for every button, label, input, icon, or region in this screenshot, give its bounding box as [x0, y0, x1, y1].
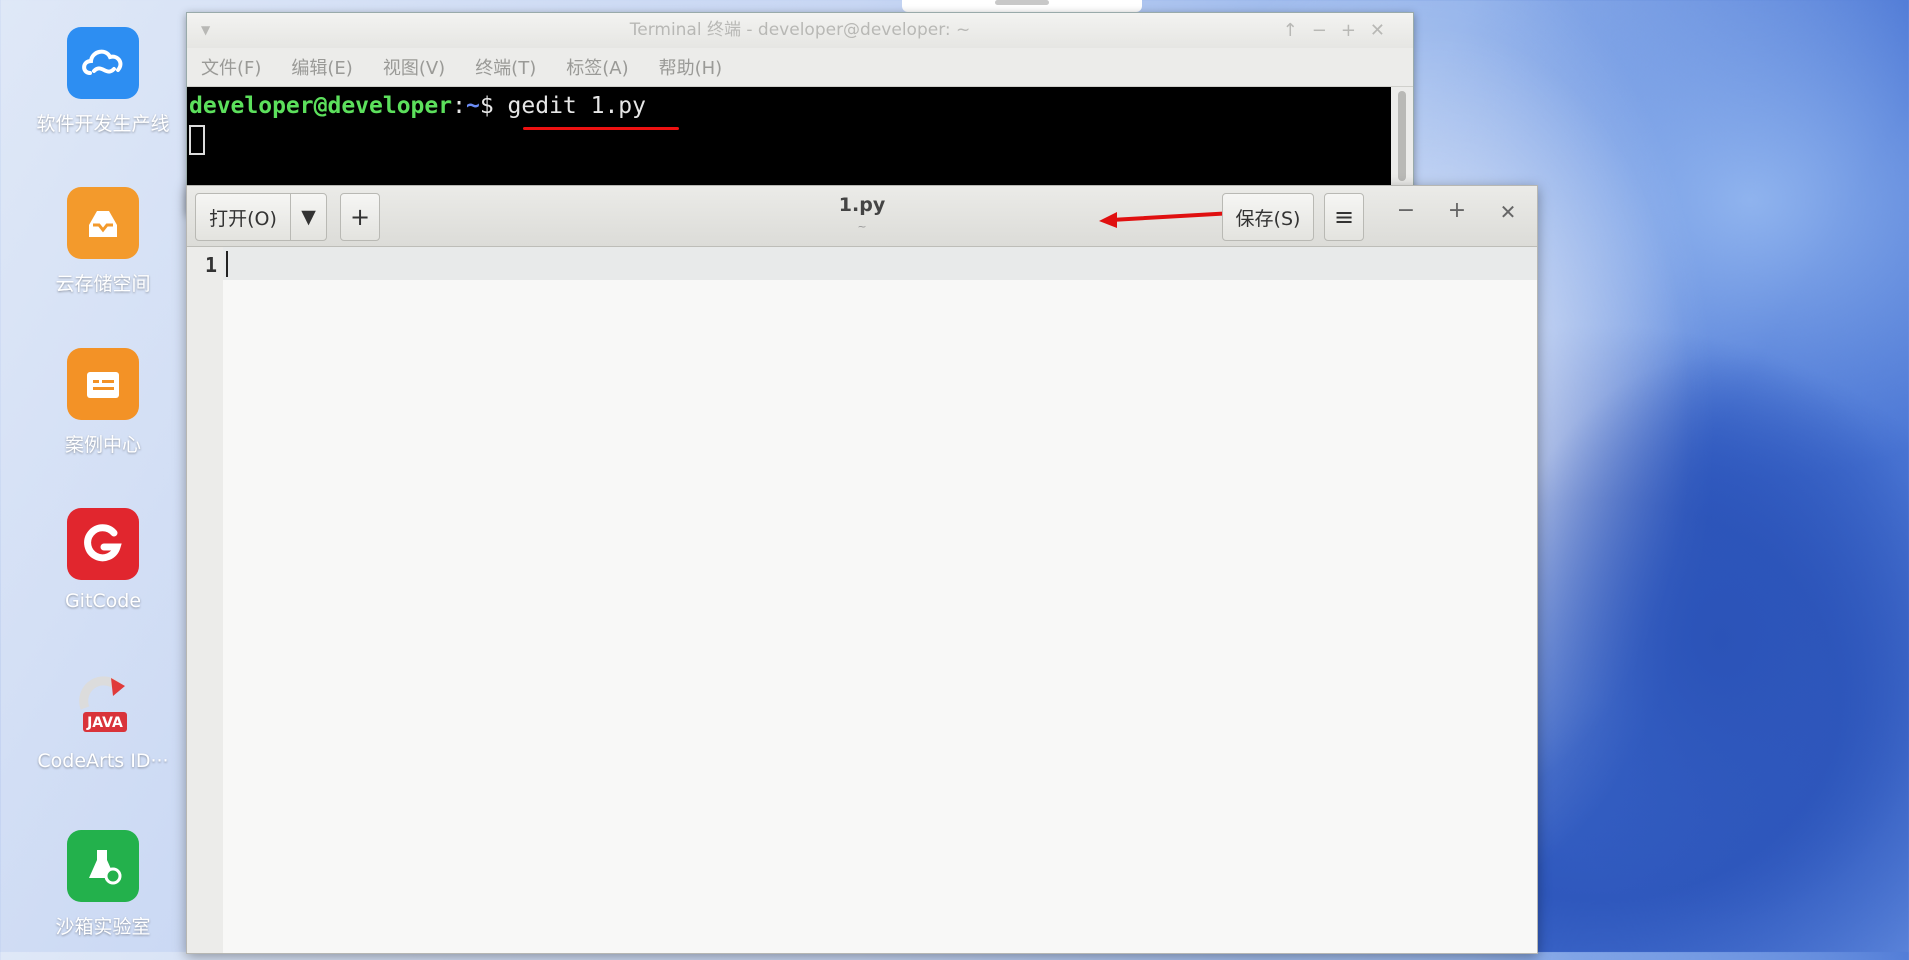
terminal-cursor: [189, 125, 205, 155]
gitcode-icon: [67, 508, 139, 580]
desktop-icon-label: 案例中心: [64, 434, 141, 456]
window-menu-icon[interactable]: ▼: [201, 13, 210, 48]
svg-text:JAVA: JAVA: [86, 715, 123, 731]
desktop-icon-label: GitCode: [64, 590, 142, 612]
terminal-menubar: 文件(F) 编辑(E) 视图(V) 终端(T) 标签(A) 帮助(H): [187, 48, 1413, 87]
prompt-separator: :: [452, 93, 466, 119]
desktop-icon-label: 云存储空间: [55, 273, 151, 295]
menu-view[interactable]: 视图(V): [383, 54, 445, 80]
hamburger-menu-icon[interactable]: ≡: [1324, 193, 1364, 241]
desktop-icon-label: 软件开发生产线: [36, 113, 170, 135]
line-number: 1: [204, 253, 217, 277]
sandbox-lab-icon: [67, 830, 139, 902]
close-icon[interactable]: ✕: [1493, 200, 1523, 224]
line-number-gutter: 1: [187, 247, 223, 953]
terminal-titlebar[interactable]: ▼ Terminal 终端 - developer@developer: ~ ↑…: [187, 13, 1413, 48]
desktop-icon-sandbox[interactable]: 沙箱实验室: [0, 830, 206, 939]
terminal-window[interactable]: ▼ Terminal 终端 - developer@developer: ~ ↑…: [186, 12, 1414, 219]
cloud-flow-icon: [67, 27, 139, 99]
maximize-icon[interactable]: +: [1442, 198, 1472, 223]
case-center-icon: [67, 348, 139, 420]
terminal-line: developer@developer:~$ gedit 1.py: [189, 93, 1413, 119]
menu-tabs[interactable]: 标签(A): [566, 54, 628, 80]
desktop-icon-case-center[interactable]: 案例中心: [0, 348, 206, 457]
editor-area[interactable]: 1: [187, 247, 1537, 953]
desktop-icon-label: CodeArts ID···: [37, 750, 169, 772]
terminal-title: Terminal 终端 - developer@developer: ~: [629, 20, 971, 40]
desktop-icon-cloud-storage[interactable]: 云存储空间: [0, 187, 206, 296]
gedit-headerbar[interactable]: 打开(O) ▼ + 1.py ~ 保存(S) ≡ − + ✕: [187, 186, 1537, 247]
prompt-path: ~: [465, 93, 480, 119]
save-button[interactable]: 保存(S): [1222, 193, 1314, 241]
java-ide-icon: JAVA: [67, 668, 139, 740]
current-line-highlight: [223, 247, 1537, 280]
menu-terminal[interactable]: 终端(T): [475, 54, 536, 80]
prompt-dollar: $: [479, 93, 508, 119]
wallpaper-shade: [1500, 320, 1909, 960]
top-drag-handle[interactable]: [902, 0, 1142, 12]
desktop-icon-devops[interactable]: 软件开发生产线: [0, 27, 206, 136]
gedit-window[interactable]: 打开(O) ▼ + 1.py ~ 保存(S) ≡ − + ✕ 1: [186, 185, 1538, 954]
menu-help[interactable]: 帮助(H): [659, 54, 723, 80]
desktop-icon-codearts[interactable]: JAVA CodeArts ID···: [0, 668, 206, 772]
terminal-window-controls[interactable]: ↑−+✕: [1283, 13, 1399, 48]
text-caret: [226, 251, 228, 277]
minimize-icon[interactable]: −: [1391, 198, 1421, 223]
menu-file[interactable]: 文件(F): [201, 54, 261, 80]
menu-edit[interactable]: 编辑(E): [291, 54, 352, 80]
terminal-command: gedit 1.py: [507, 93, 647, 119]
cloud-storage-icon: [67, 187, 139, 259]
desktop-icon-label: 沙箱实验室: [55, 916, 151, 938]
prompt-user: developer@developer: [189, 93, 453, 119]
desktop-icon-gitcode[interactable]: GitCode: [0, 508, 206, 612]
annotation-underline: [523, 127, 679, 130]
